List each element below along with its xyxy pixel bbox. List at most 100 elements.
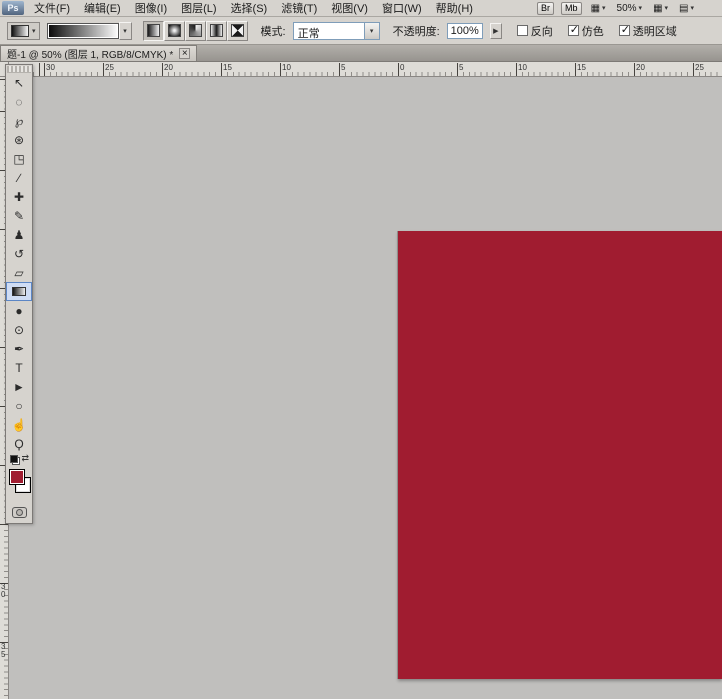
- horizontal-ruler[interactable]: 30 25 20 15 10 5 0 5 10 15 20 25: [9, 62, 722, 77]
- opacity-slider-button[interactable]: ▶: [489, 22, 502, 39]
- menu-window[interactable]: 窗口(W): [375, 0, 429, 17]
- menu-image[interactable]: 图像(I): [128, 0, 174, 17]
- ruler-number: 30: [1, 582, 6, 599]
- menu-bar: Ps 文件(F) 编辑(E) 图像(I) 图层(L) 选择(S) 滤镜(T) 视…: [0, 0, 722, 17]
- ruler-number: 35: [1, 642, 6, 659]
- document-tab-bar: 题-1 @ 50% (图层 1, RGB/8/CMYK) * ×: [0, 45, 722, 62]
- quick-selection-tool-icon: ⊛: [13, 132, 25, 147]
- tool-options-bar: ▾ ▾ 模式: 正常 ▾ 不透明度: 100% ▶ 反向 仿色 透明区域: [0, 17, 722, 45]
- type-tool-icon: T: [15, 360, 23, 375]
- reverse-checkbox[interactable]: 反向: [516, 23, 553, 39]
- opacity-value: 100%: [450, 24, 479, 37]
- zoom-level-value: 50%: [616, 2, 637, 14]
- crop-tool[interactable]: ◳: [6, 149, 32, 168]
- panel-grip[interactable]: [7, 66, 31, 73]
- clone-stamp-tool[interactable]: ♟: [6, 225, 32, 244]
- screen-mode-dropdown[interactable]: ▤ ▾: [677, 2, 696, 15]
- angle-gradient-icon: [188, 24, 202, 37]
- history-brush-tool[interactable]: ↺: [6, 244, 32, 263]
- foreground-color-swatch[interactable]: [9, 469, 25, 485]
- dither-label: 仿色: [581, 25, 604, 38]
- dodge-tool[interactable]: ⊙: [6, 320, 32, 339]
- quick-mask-button[interactable]: [11, 506, 27, 518]
- menu-edit[interactable]: 编辑(E): [77, 0, 128, 17]
- history-brush-tool-icon: ↺: [13, 246, 25, 261]
- arrange-documents-dropdown[interactable]: ▦ ▾: [651, 2, 670, 15]
- reflected-gradient-button[interactable]: [205, 20, 227, 41]
- view-extras-dropdown[interactable]: ▦ ▾: [589, 2, 608, 15]
- linear-gradient-button[interactable]: [142, 20, 164, 41]
- diamond-gradient-button[interactable]: [226, 20, 248, 41]
- lasso-tool[interactable]: ℘: [6, 111, 32, 130]
- menu-file[interactable]: 文件(F): [27, 0, 77, 17]
- healing-brush-tool-icon: ✚: [13, 189, 25, 204]
- type-tool[interactable]: T: [6, 358, 32, 377]
- checkbox-box: [567, 23, 579, 36]
- checkbox-box: [618, 23, 630, 36]
- brush-tool[interactable]: ✎: [6, 206, 32, 225]
- reflected-gradient-icon: [209, 24, 223, 37]
- tool-preset-picker[interactable]: ▾: [7, 21, 40, 40]
- eyedropper-tool-icon: ∕: [17, 170, 20, 185]
- close-icon[interactable]: ×: [179, 48, 191, 59]
- hand-tool[interactable]: ☝: [6, 415, 32, 434]
- document-tab[interactable]: 题-1 @ 50% (图层 1, RGB/8/CMYK) * ×: [0, 45, 198, 61]
- gradient-type-buttons: [142, 20, 248, 41]
- grid-icon: ▦: [590, 2, 601, 14]
- quick-selection-tool[interactable]: ⊛: [6, 130, 32, 149]
- ruler-number: 25: [695, 63, 704, 72]
- menu-select[interactable]: 选择(S): [224, 0, 275, 17]
- default-colors-icon[interactable]: [10, 455, 20, 465]
- healing-brush-tool[interactable]: ✚: [6, 187, 32, 206]
- mini-bridge-button[interactable]: Mb: [561, 1, 582, 15]
- gradient-tool-icon: [11, 24, 29, 37]
- move-tool[interactable]: ↖: [6, 73, 32, 92]
- zoom-tool[interactable]: Ϙ: [6, 434, 32, 453]
- chevron-down-icon: ▾: [369, 27, 374, 35]
- angle-gradient-button[interactable]: [184, 20, 206, 41]
- toolbox-panel: ↖ ◌ ℘ ⊛ ◳ ∕ ✚ ✎ ♟ ↺ ▱ ● ⊙ ✒ T ► ○ ☝ Ϙ ⇄: [5, 64, 33, 524]
- chevron-down-icon: ▾: [690, 5, 694, 12]
- gradient-preview[interactable]: [46, 22, 119, 39]
- ellipse-shape-tool[interactable]: ○: [6, 396, 32, 415]
- radial-gradient-button[interactable]: [163, 20, 185, 41]
- blur-tool-icon: ●: [15, 303, 23, 318]
- transparency-checkbox[interactable]: 透明区域: [618, 23, 677, 39]
- ruler-number: 10: [518, 63, 527, 72]
- eyedropper-tool[interactable]: ∕: [6, 168, 32, 187]
- path-selection-tool[interactable]: ►: [6, 377, 32, 396]
- menu-filter[interactable]: 滤镜(T): [274, 0, 324, 17]
- document-canvas[interactable]: [398, 231, 722, 679]
- opacity-input[interactable]: 100%: [446, 22, 483, 39]
- ruler-number: 15: [223, 63, 232, 72]
- menu-layer[interactable]: 图层(L): [174, 0, 223, 17]
- ruler-number: 30: [46, 63, 55, 72]
- menu-view[interactable]: 视图(V): [324, 0, 375, 17]
- switch-colors-icon[interactable]: ⇄: [21, 453, 29, 464]
- diamond-gradient-icon: [230, 24, 244, 37]
- elliptical-marquee-tool[interactable]: ◌: [6, 92, 32, 111]
- bridge-button[interactable]: Br: [537, 1, 555, 15]
- mode-label: 模式:: [260, 25, 286, 38]
- path-selection-tool-icon: ►: [13, 379, 25, 394]
- eraser-tool-icon: ▱: [14, 265, 24, 280]
- combo-drop-button[interactable]: ▾: [363, 22, 379, 39]
- clone-stamp-tool-icon: ♟: [13, 227, 25, 242]
- menu-help[interactable]: 帮助(H): [429, 0, 480, 17]
- eraser-tool[interactable]: ▱: [6, 263, 32, 282]
- chevron-down-icon: ▾: [664, 5, 669, 12]
- dither-checkbox[interactable]: 仿色: [567, 23, 604, 39]
- gradient-tool-icon: [12, 287, 26, 296]
- reverse-label: 反向: [530, 25, 553, 38]
- zoom-level-dropdown[interactable]: 50% ▾: [615, 2, 645, 15]
- crop-tool-icon: ◳: [13, 151, 25, 166]
- pen-tool-icon: ✒: [13, 341, 25, 356]
- pen-tool[interactable]: ✒: [6, 339, 32, 358]
- gradient-picker-button[interactable]: ▾: [118, 21, 132, 40]
- blend-mode-select[interactable]: 正常 ▾: [292, 21, 380, 40]
- gradient-tool[interactable]: [6, 282, 32, 301]
- ruler-number: 15: [577, 63, 586, 72]
- photoshop-logo: Ps: [2, 1, 24, 15]
- blur-tool[interactable]: ●: [6, 301, 32, 320]
- dodge-tool-icon: ⊙: [13, 322, 25, 337]
